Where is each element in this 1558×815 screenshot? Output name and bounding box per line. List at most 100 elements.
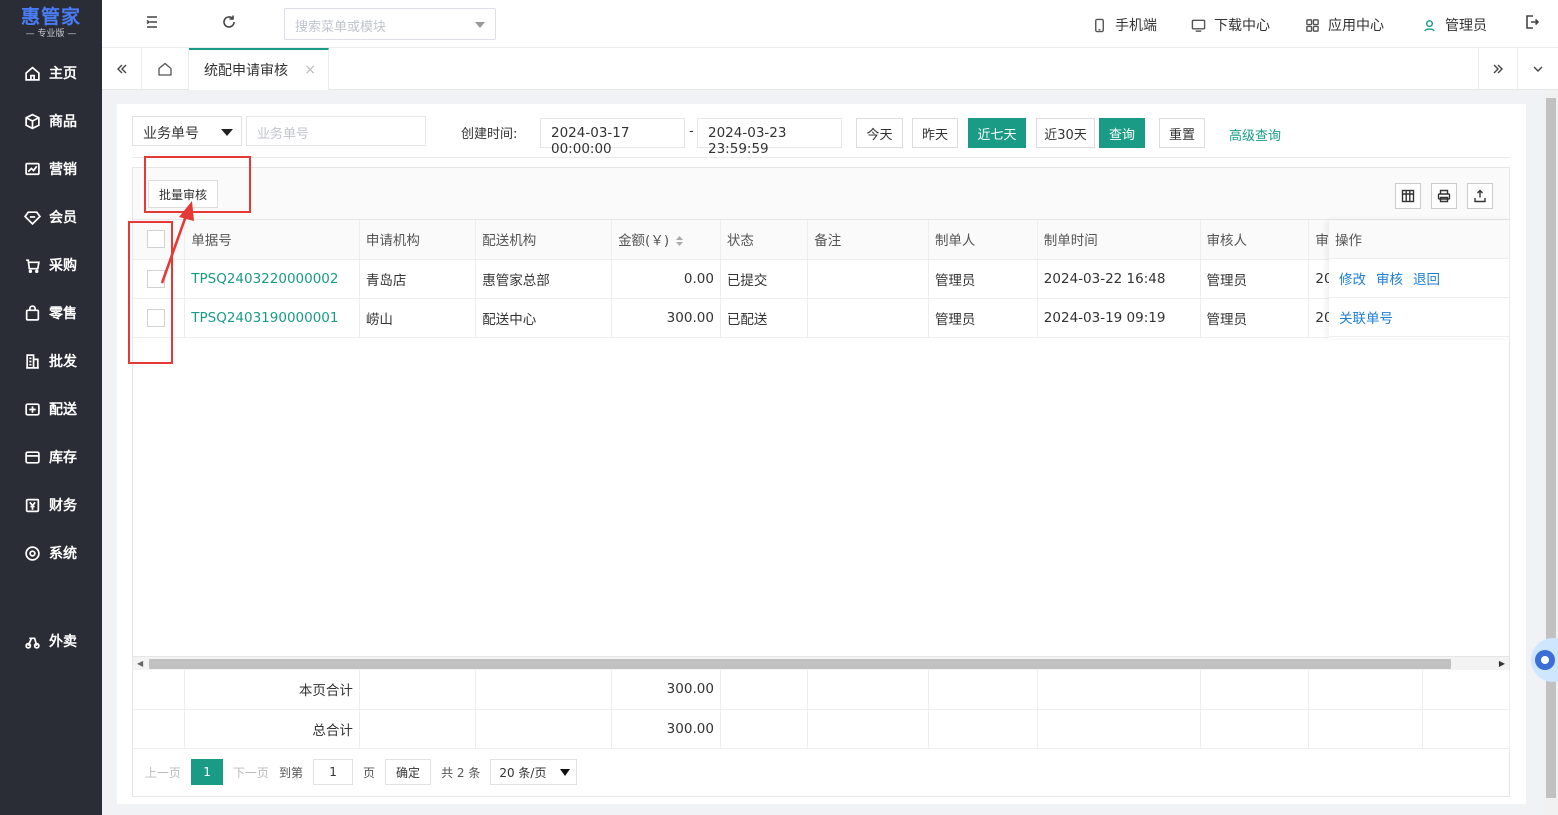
grand-total-amount: 300.00 bbox=[611, 709, 721, 749]
prev-page-button[interactable]: 上一页 bbox=[145, 764, 181, 781]
last-30-days-button[interactable]: 近30天 bbox=[1036, 118, 1095, 148]
sidebar-item-member[interactable]: 会员 bbox=[0, 197, 102, 237]
reset-button[interactable]: 重置 bbox=[1159, 118, 1205, 148]
print-button[interactable] bbox=[1431, 183, 1457, 209]
sidebar-item-finance[interactable]: 财务 bbox=[0, 485, 102, 525]
logout-button[interactable] bbox=[1524, 14, 1544, 34]
scroll-left-arrow-icon[interactable]: ◀ bbox=[137, 659, 143, 668]
goto-page-input[interactable]: 1 bbox=[313, 759, 354, 785]
yesterday-button[interactable]: 昨天 bbox=[912, 118, 958, 148]
sidebar-item-label: 会员 bbox=[49, 210, 77, 226]
order-no-link[interactable]: TPSQ2403190000001 bbox=[184, 298, 360, 338]
export-button[interactable] bbox=[1467, 183, 1493, 209]
today-button[interactable]: 今天 bbox=[856, 118, 903, 148]
next-page-button[interactable]: 下一页 bbox=[233, 764, 269, 781]
tabs-scroll-right-button[interactable] bbox=[1478, 48, 1518, 89]
apps-grid-icon bbox=[1306, 18, 1319, 32]
chevron-down-icon bbox=[475, 22, 485, 28]
horizontal-scrollbar[interactable]: ◀ ▶ bbox=[133, 656, 1509, 670]
order-no-link[interactable]: TPSQ2403220000002 bbox=[184, 259, 360, 299]
assistant-robot-icon[interactable] bbox=[1525, 620, 1558, 690]
sidebar-item-label: 主页 bbox=[49, 66, 77, 82]
query-button[interactable]: 查询 bbox=[1099, 118, 1145, 148]
sidebar-item-label: 营销 bbox=[49, 162, 77, 178]
page-unit-label: 页 bbox=[363, 765, 376, 780]
double-chevron-left-icon bbox=[116, 64, 126, 73]
sidebar-item-system[interactable]: 系统 bbox=[0, 533, 102, 573]
sidebar-item-label: 零售 bbox=[49, 306, 77, 322]
cell-remark bbox=[807, 298, 929, 338]
columns-button[interactable] bbox=[1395, 183, 1421, 209]
page-vertical-scrollbar[interactable] bbox=[1544, 90, 1558, 815]
last-7-days-button[interactable]: 近七天 bbox=[968, 118, 1026, 148]
grand-total-row: 总合计 300.00 bbox=[133, 709, 1511, 749]
row-ops: 修改 审核 退回 bbox=[1329, 259, 1509, 298]
date-from-input[interactable]: 2024-03-17 00:00:00 bbox=[540, 118, 685, 157]
export-icon bbox=[1474, 189, 1486, 203]
diamond-icon bbox=[24, 210, 41, 225]
table-row: TPSQ2403220000002 青岛店 惠管家总部 0.00 已提交 管理员… bbox=[133, 259, 1511, 299]
field-select[interactable]: 业务单号 bbox=[132, 116, 242, 146]
date-to-input[interactable]: 2024-03-23 23:59:59 bbox=[697, 118, 842, 157]
logout-icon bbox=[1526, 15, 1540, 29]
tabs-scroll-left-button[interactable] bbox=[102, 48, 142, 89]
sidebar-item-purchase[interactable]: 采购 bbox=[0, 245, 102, 285]
mobile-icon bbox=[1095, 18, 1104, 32]
cell-auditor: 管理员 bbox=[1200, 259, 1310, 299]
truck-icon bbox=[25, 402, 40, 416]
refresh-button[interactable] bbox=[221, 14, 241, 34]
monitor-icon bbox=[1191, 19, 1206, 32]
return-link[interactable]: 退回 bbox=[1413, 268, 1440, 288]
order-no-input[interactable]: 业务单号 bbox=[246, 116, 426, 146]
tab-distribution-audit[interactable]: 统配申请审核 × bbox=[189, 48, 329, 90]
menu-search-input[interactable]: 搜索菜单或模块 bbox=[284, 8, 496, 40]
sidebar-item-takeout[interactable]: 外卖 bbox=[0, 621, 102, 661]
page-total-row: 本页合计 300.00 bbox=[133, 670, 1511, 710]
chevron-down-icon bbox=[1533, 66, 1543, 72]
row-ops: 关联单号 bbox=[1329, 298, 1509, 337]
app-center-link[interactable]: 应用中心 bbox=[1305, 15, 1384, 35]
sidebar-item-wholesale[interactable]: 批发 bbox=[0, 341, 102, 381]
sidebar-item-label: 批发 bbox=[49, 354, 77, 370]
building-icon bbox=[26, 353, 39, 369]
sidebar-item-marketing[interactable]: 营销 bbox=[0, 149, 102, 189]
home-icon bbox=[25, 66, 40, 81]
tabs-menu-button[interactable] bbox=[1518, 48, 1558, 89]
scroll-right-arrow-icon[interactable]: ▶ bbox=[1499, 659, 1505, 668]
user-menu[interactable]: 管理员 bbox=[1422, 15, 1487, 35]
col-distributor: 配送机构 bbox=[475, 220, 613, 260]
edit-link[interactable]: 修改 bbox=[1339, 268, 1366, 288]
top-bar: 搜索菜单或模块 手机端 下载中心 应用中心 管理员 bbox=[102, 0, 1558, 48]
close-icon[interactable]: × bbox=[304, 62, 316, 78]
scrollbar-thumb[interactable] bbox=[149, 659, 1451, 669]
total-count: 共 2 条 bbox=[441, 765, 481, 780]
page-size-select[interactable]: 20 条/页 bbox=[490, 759, 578, 785]
yen-icon bbox=[25, 498, 40, 512]
cell-creator: 管理员 bbox=[928, 259, 1038, 299]
cell-created-time: 2024-03-19 09:19 bbox=[1037, 298, 1201, 338]
sidebar-item-goods[interactable]: 商品 bbox=[0, 101, 102, 141]
home-tab[interactable] bbox=[142, 48, 189, 89]
advanced-search-link[interactable]: 高级查询 bbox=[1229, 125, 1281, 144]
sidebar-item-inventory[interactable]: 库存 bbox=[0, 437, 102, 477]
sidebar-item-retail[interactable]: 零售 bbox=[0, 293, 102, 333]
related-order-link[interactable]: 关联单号 bbox=[1339, 307, 1393, 327]
sidebar-item-home[interactable]: 主页 bbox=[0, 53, 102, 93]
scooter-icon bbox=[25, 636, 40, 649]
col-amount[interactable]: 金额(￥) bbox=[611, 220, 721, 260]
sidebar-item-label: 财务 bbox=[49, 498, 77, 514]
settings-icon bbox=[25, 545, 40, 561]
audit-link[interactable]: 审核 bbox=[1376, 268, 1403, 288]
cell-distributor: 配送中心 bbox=[475, 298, 613, 338]
grand-total-label: 总合计 bbox=[184, 709, 360, 749]
archive-icon bbox=[25, 450, 40, 464]
bag-icon bbox=[25, 304, 40, 321]
current-page[interactable]: 1 bbox=[191, 759, 224, 785]
download-center-link[interactable]: 下载中心 bbox=[1191, 15, 1270, 35]
scrollbar-thumb[interactable] bbox=[1546, 98, 1556, 798]
sidebar-item-delivery[interactable]: 配送 bbox=[0, 389, 102, 429]
menu-toggle-button[interactable] bbox=[144, 14, 164, 34]
mobile-link[interactable]: 手机端 bbox=[1092, 15, 1157, 35]
goto-confirm-button[interactable]: 确定 bbox=[385, 759, 432, 785]
sidebar-item-label: 系统 bbox=[49, 546, 77, 562]
